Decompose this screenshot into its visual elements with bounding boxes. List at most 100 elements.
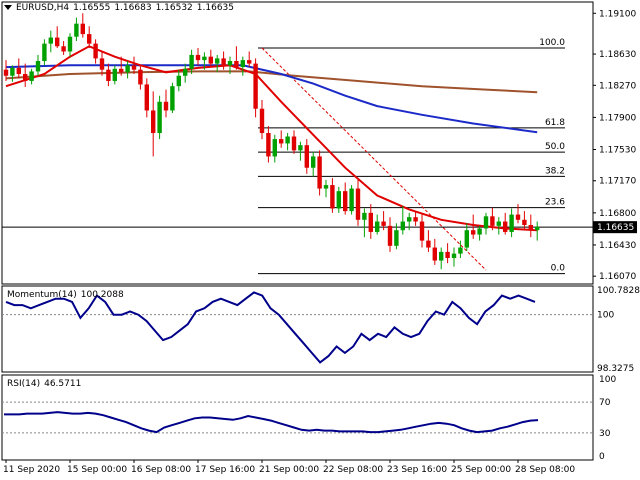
time-tick-label: 15 Sep 00:00 xyxy=(67,465,127,475)
candle-body xyxy=(42,43,47,62)
long-moving-average-line xyxy=(5,70,538,94)
open-value: 1.16555 xyxy=(73,3,111,13)
rsi-panel-frame xyxy=(1,374,594,461)
momentum-label: Momentum(14) xyxy=(7,290,77,300)
symbol-header: EURUSD,H4 1.16555 1.16683 1.16532 1.16635 xyxy=(4,3,238,13)
rsi-tick-label: 30 xyxy=(599,429,611,439)
momentum-header: Momentum(14) 100.2088 xyxy=(7,290,128,300)
candle-body xyxy=(93,43,98,59)
candle-body xyxy=(10,67,15,76)
fib-level-label: 23.6 xyxy=(545,198,565,208)
candle-body xyxy=(375,221,380,232)
rsi-value: 46.5711 xyxy=(44,379,82,389)
candle-body xyxy=(234,61,239,68)
price-axis: 1.19100 1.18630 1.18270 1.17900 1.17530 1.171… xyxy=(593,9,637,282)
candle-body xyxy=(215,58,220,64)
candle-body xyxy=(48,37,53,44)
candle-body xyxy=(208,56,213,64)
price-tick-label: 1.18630 xyxy=(599,50,636,60)
price-tick-label: 1.16800 xyxy=(599,209,636,219)
candle-body xyxy=(23,74,28,81)
candle-body xyxy=(106,69,111,81)
fib-level-label: 50.0 xyxy=(545,142,565,152)
candle-body xyxy=(272,139,277,157)
candle-body xyxy=(477,228,482,235)
candle-body xyxy=(298,145,303,151)
candle-body xyxy=(35,61,41,72)
candle-body xyxy=(221,58,226,66)
time-tick-label: 28 Sep 08:00 xyxy=(515,465,575,475)
moving-averages xyxy=(5,45,538,232)
candle-body xyxy=(426,240,431,248)
rsi-line xyxy=(4,411,539,434)
dropdown-triangle-icon[interactable] xyxy=(4,5,12,10)
fib-level-label: 100.0 xyxy=(539,38,565,48)
current-price-label: 1.16635 xyxy=(597,223,634,233)
candle-body xyxy=(240,60,245,68)
fib-level-label: 38.2 xyxy=(545,166,565,176)
candle-body xyxy=(503,221,508,232)
time-tick-label: 16 Sep 08:00 xyxy=(131,465,191,475)
candle-body xyxy=(80,23,85,35)
candle-body xyxy=(439,251,444,261)
candle-body xyxy=(304,145,309,168)
main-panel-frame xyxy=(1,1,594,285)
fib-level-label: 61.8 xyxy=(545,118,565,128)
candle-body xyxy=(535,226,540,231)
candle-body xyxy=(259,108,265,134)
candle-body xyxy=(483,216,489,229)
candle-body xyxy=(202,56,207,61)
candle-body xyxy=(74,23,79,37)
candle-body xyxy=(253,63,258,109)
candle-body xyxy=(400,221,405,231)
candle-body xyxy=(183,68,188,76)
candle-body xyxy=(522,219,527,225)
momentum-tick-label: 100 xyxy=(597,311,614,321)
candle-body xyxy=(131,65,137,70)
candle-body xyxy=(419,221,425,241)
candle-body xyxy=(227,61,233,66)
close-value: 1.16635 xyxy=(196,3,234,13)
candle-body xyxy=(336,191,341,209)
candle-body xyxy=(112,68,117,81)
fib-level-label: 0.0 xyxy=(551,264,566,274)
price-tick-label: 1.18270 xyxy=(599,81,636,91)
time-tick-label: 21 Sep 00:00 xyxy=(259,465,319,475)
time-axis: 11 Sep 2020 15 Sep 00:00 16 Sep 08:00 17 Se… xyxy=(3,460,575,475)
time-tick-label: 17 Sep 16:00 xyxy=(195,465,255,475)
candle-body xyxy=(330,185,335,209)
candle-body xyxy=(509,214,514,232)
price-tick-label: 1.16070 xyxy=(599,272,636,282)
momentum-line xyxy=(5,291,536,364)
candle-body xyxy=(55,37,60,47)
candle-body xyxy=(490,216,495,226)
candle-body xyxy=(157,101,162,134)
momentum-value: 100.2088 xyxy=(80,290,124,300)
candle-body xyxy=(413,217,418,222)
time-tick-label: 22 Sep 08:00 xyxy=(323,465,383,475)
candle-body xyxy=(323,185,329,189)
candle-body xyxy=(125,65,130,73)
candle-body xyxy=(394,230,399,246)
candle-body xyxy=(445,251,450,258)
high-value: 1.16683 xyxy=(114,3,152,13)
price-tick-label: 1.16430 xyxy=(599,241,636,251)
candle-body xyxy=(368,212,373,232)
candle-body xyxy=(362,212,367,220)
candle-body xyxy=(458,247,463,254)
candle-body xyxy=(451,253,457,258)
candle-body xyxy=(496,221,501,226)
candle-body xyxy=(16,67,21,75)
candle-body xyxy=(343,191,348,212)
price-tick-label: 1.17900 xyxy=(599,113,636,123)
time-tick-label: 11 Sep 2020 xyxy=(3,465,60,475)
candle-body xyxy=(67,36,73,52)
candle-body xyxy=(266,133,271,157)
candle-body xyxy=(387,225,393,246)
candle-body xyxy=(464,230,469,248)
time-tick-label: 23 Sep 16:00 xyxy=(387,465,447,475)
candle-body xyxy=(471,230,476,235)
candle-body xyxy=(61,46,66,52)
candle-body xyxy=(189,54,194,69)
candle-body xyxy=(247,60,252,64)
